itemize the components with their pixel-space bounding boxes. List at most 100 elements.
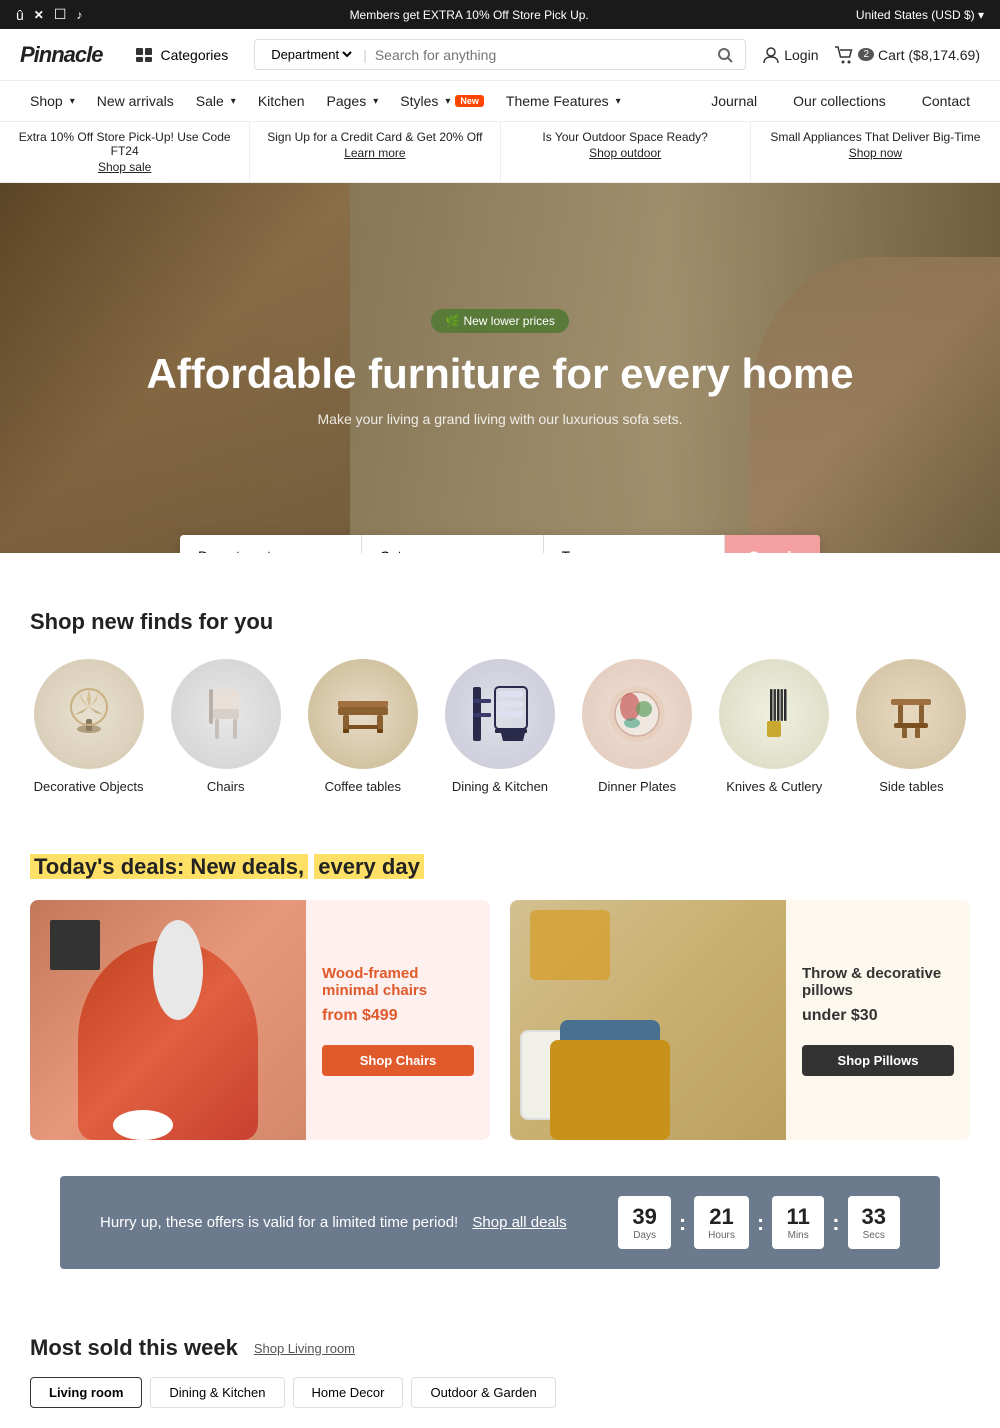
instagram-icon[interactable]: ☐ xyxy=(54,6,67,23)
category-label-chairs: Chairs xyxy=(207,779,245,794)
promo-item-1: Extra 10% Off Store Pick-Up! Use Code FT… xyxy=(0,122,250,182)
nav-item-styles[interactable]: Styles ▾ New xyxy=(390,81,494,121)
deal-info-chairs: Wood-framed minimal chairs from $499 Sho… xyxy=(306,900,490,1140)
deal-name-pillows: Throw & decorative pillows xyxy=(802,965,954,999)
promo-item-3: Is Your Outdoor Space Ready? Shop outdoo… xyxy=(501,122,751,182)
countdown-wrapper: Hurry up, these offers is valid for a li… xyxy=(0,1176,1000,1299)
login-button[interactable]: Login xyxy=(762,46,818,64)
type-select[interactable]: Type xyxy=(544,535,726,553)
deals-highlight: every day xyxy=(314,854,424,879)
category-item-dining[interactable]: Dining & Kitchen xyxy=(441,659,558,794)
cart-button[interactable]: 2 Cart ($8,174.69) xyxy=(834,46,980,64)
nav-item-kitchen[interactable]: Kitchen xyxy=(248,81,315,121)
nav-right: Journal Our collections Contact xyxy=(701,81,980,121)
category-item-chairs[interactable]: Chairs xyxy=(167,659,284,794)
category-label-side-tables: Side tables xyxy=(879,779,943,794)
nav-item-theme-features[interactable]: Theme Features ▾ xyxy=(496,81,631,121)
category-item-decorative[interactable]: Decorative Objects xyxy=(30,659,147,794)
department-select[interactable]: Department xyxy=(180,535,362,553)
category-grid: Decorative Objects Chairs xyxy=(30,659,970,794)
shop-living-room-link[interactable]: Shop Living room xyxy=(254,1341,355,1356)
pillow-yellow-top xyxy=(530,910,610,980)
search-input[interactable] xyxy=(375,47,709,63)
search-category-select[interactable]: Department xyxy=(267,46,355,63)
shop-section-title: Shop new finds for you xyxy=(30,609,970,635)
categories-button[interactable]: Categories xyxy=(126,41,238,69)
category-image-side-tables xyxy=(856,659,966,769)
deal-card-pillows: Throw & decorative pillows under $30 Sho… xyxy=(510,900,970,1140)
most-sold-section: Most sold this week Shop Living room Liv… xyxy=(0,1299,1000,1428)
promo-item-2: Sign Up for a Credit Card & Get 20% Off … xyxy=(250,122,500,182)
tab-outdoor-garden[interactable]: Outdoor & Garden xyxy=(411,1377,555,1408)
promo-item-4: Small Appliances That Deliver Big-Time S… xyxy=(751,122,1000,182)
grid-icon xyxy=(136,48,154,62)
hero-content: New lower prices Affordable furniture fo… xyxy=(146,309,853,427)
header: Pinnacle Categories Department | Login xyxy=(0,29,1000,81)
countdown-mins: 11 Mins xyxy=(772,1196,824,1249)
deal-name-chairs: Wood-framed minimal chairs xyxy=(322,965,474,999)
deal-decor-table xyxy=(50,920,100,970)
deal-image-pillows xyxy=(510,900,786,1140)
tab-home-decor[interactable]: Home Decor xyxy=(293,1377,404,1408)
logo[interactable]: Pinnacle xyxy=(20,42,102,68)
pillow-yellow-main xyxy=(550,1040,670,1140)
promo-link-1[interactable]: Shop sale xyxy=(10,160,239,174)
deal-chair-back xyxy=(153,920,203,1020)
filter-search-button[interactable]: Search xyxy=(725,535,820,553)
countdown-days: 39 Days xyxy=(618,1196,670,1249)
deal-info-pillows: Throw & decorative pillows under $30 Sho… xyxy=(786,900,970,1140)
facebook-icon[interactable]: û xyxy=(16,7,24,23)
category-select[interactable]: Category xyxy=(362,535,544,553)
shop-all-deals-link[interactable]: Shop all deals xyxy=(472,1214,566,1231)
category-image-dining xyxy=(445,659,555,769)
category-image-chairs xyxy=(171,659,281,769)
search-icon[interactable] xyxy=(717,47,733,63)
social-links: û ✕ ☐ ♪ xyxy=(16,6,82,23)
category-item-plates[interactable]: Dinner Plates xyxy=(579,659,696,794)
nav-item-sale[interactable]: Sale ▾ xyxy=(186,81,246,121)
user-icon xyxy=(762,46,780,64)
shop-chairs-button[interactable]: Shop Chairs xyxy=(322,1045,474,1076)
deal-price-pillows: under $30 xyxy=(802,1007,954,1025)
deal-table-base xyxy=(113,1110,173,1140)
deal-card-chairs: Wood-framed minimal chairs from $499 Sho… xyxy=(30,900,490,1140)
cart-icon xyxy=(834,46,854,64)
countdown-sep-3: : xyxy=(832,1210,839,1236)
countdown-bar: Hurry up, these offers is valid for a li… xyxy=(60,1176,940,1269)
promo-link-4[interactable]: Shop now xyxy=(761,146,990,160)
shop-pillows-button[interactable]: Shop Pillows xyxy=(802,1045,954,1076)
top-promo-text: Members get EXTRA 10% Off Store Pick Up. xyxy=(82,8,856,22)
promo-link-2[interactable]: Learn more xyxy=(260,146,489,160)
category-item-coffee[interactable]: Coffee tables xyxy=(304,659,421,794)
category-item-knives[interactable]: Knives & Cutlery xyxy=(716,659,833,794)
header-actions: Login 2 Cart ($8,174.69) xyxy=(762,46,980,64)
nav-item-journal[interactable]: Journal xyxy=(701,81,767,121)
category-image-coffee xyxy=(308,659,418,769)
nav-left: Shop ▾ New arrivals Sale ▾ Kitchen Pages… xyxy=(20,81,701,121)
nav-item-collections[interactable]: Our collections xyxy=(783,81,896,121)
decorative-icon xyxy=(54,679,124,749)
dining-icon xyxy=(465,679,535,749)
region-selector[interactable]: United States (USD $) ▾ xyxy=(856,8,984,22)
countdown-sep-1: : xyxy=(679,1210,686,1236)
countdown-timer: 39 Days : 21 Hours : 11 Mins : 33 Secs xyxy=(618,1196,900,1249)
side-table-icon xyxy=(876,679,946,749)
category-image-decorative xyxy=(34,659,144,769)
x-twitter-icon[interactable]: ✕ xyxy=(34,8,44,22)
nav-item-shop[interactable]: Shop ▾ xyxy=(20,81,85,121)
category-item-side-tables[interactable]: Side tables xyxy=(853,659,970,794)
countdown-text: Hurry up, these offers is valid for a li… xyxy=(100,1214,567,1231)
nav-item-new-arrivals[interactable]: New arrivals xyxy=(87,81,184,121)
most-sold-title: Most sold this week xyxy=(30,1335,238,1361)
category-label-decorative: Decorative Objects xyxy=(34,779,144,794)
tab-living-room[interactable]: Living room xyxy=(30,1377,142,1408)
most-sold-tabs: Living room Dining & Kitchen Home Decor … xyxy=(30,1377,970,1408)
nav-item-contact[interactable]: Contact xyxy=(912,81,980,121)
top-bar: û ✕ ☐ ♪ Members get EXTRA 10% Off Store … xyxy=(0,0,1000,29)
cart-count: 2 xyxy=(858,48,874,61)
promo-strip: Extra 10% Off Store Pick-Up! Use Code FT… xyxy=(0,122,1000,183)
promo-link-3[interactable]: Shop outdoor xyxy=(511,146,740,160)
tab-dining-kitchen[interactable]: Dining & Kitchen xyxy=(150,1377,284,1408)
most-sold-header: Most sold this week Shop Living room xyxy=(30,1335,970,1361)
nav-item-pages[interactable]: Pages ▾ xyxy=(317,81,389,121)
